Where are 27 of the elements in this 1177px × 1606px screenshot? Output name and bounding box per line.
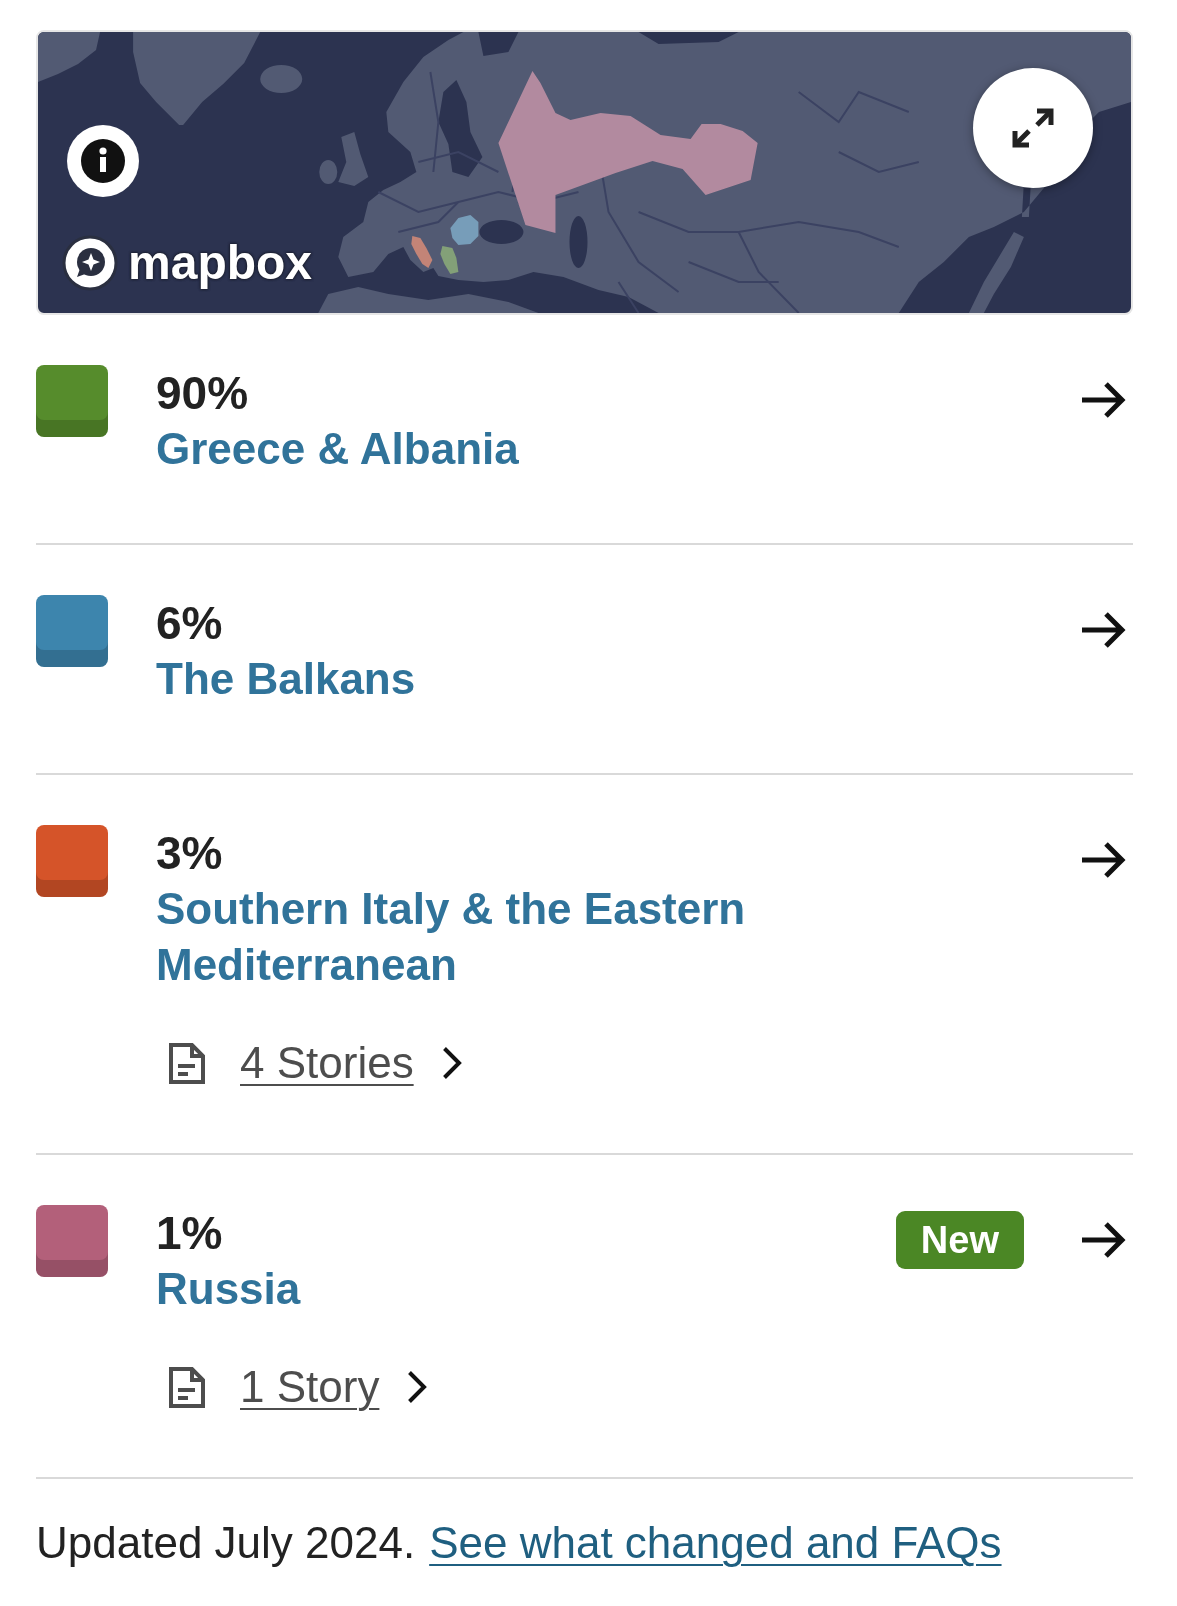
arrow-icon[interactable] <box>1082 611 1126 649</box>
ancestry-percentage: 1% <box>156 1206 224 1261</box>
info-icon <box>81 139 125 183</box>
arrow-icon[interactable] <box>1082 1221 1126 1259</box>
stories-link[interactable]: 1 Story <box>240 1363 380 1411</box>
ancestry-percentage: 3% <box>156 826 224 881</box>
logo-icon <box>62 235 118 291</box>
highlighted-region <box>411 236 433 268</box>
chevron-icon <box>407 1370 428 1404</box>
map-panel[interactable]: mapbox <box>36 30 1133 315</box>
ancestry-percentage: 6% <box>156 596 224 651</box>
document-icon <box>169 1042 205 1084</box>
update-note: Updated July 2024. <box>36 1517 416 1569</box>
chevron-icon <box>441 1046 462 1080</box>
region-link[interactable]: The Balkans <box>156 651 416 707</box>
faq-link[interactable]: See what changed and FAQs <box>429 1515 1002 1571</box>
arrow-icon[interactable] <box>1082 841 1126 879</box>
stories-link[interactable]: 4 Stories <box>240 1039 414 1087</box>
region-link[interactable]: Southern Italy & the Eastern Mediterranean <box>156 881 816 993</box>
highlight-tag: New <box>895 1211 1024 1269</box>
logo-text[interactable]: mapbox <box>128 237 313 289</box>
region-link[interactable]: Russia <box>156 1261 428 1317</box>
ancestry-percentage: 90% <box>156 366 250 421</box>
region-link[interactable]: Greece & Albania <box>156 421 519 477</box>
expand-icon <box>1011 107 1055 149</box>
arrow-icon[interactable] <box>1082 381 1126 419</box>
document-icon <box>169 1366 205 1408</box>
